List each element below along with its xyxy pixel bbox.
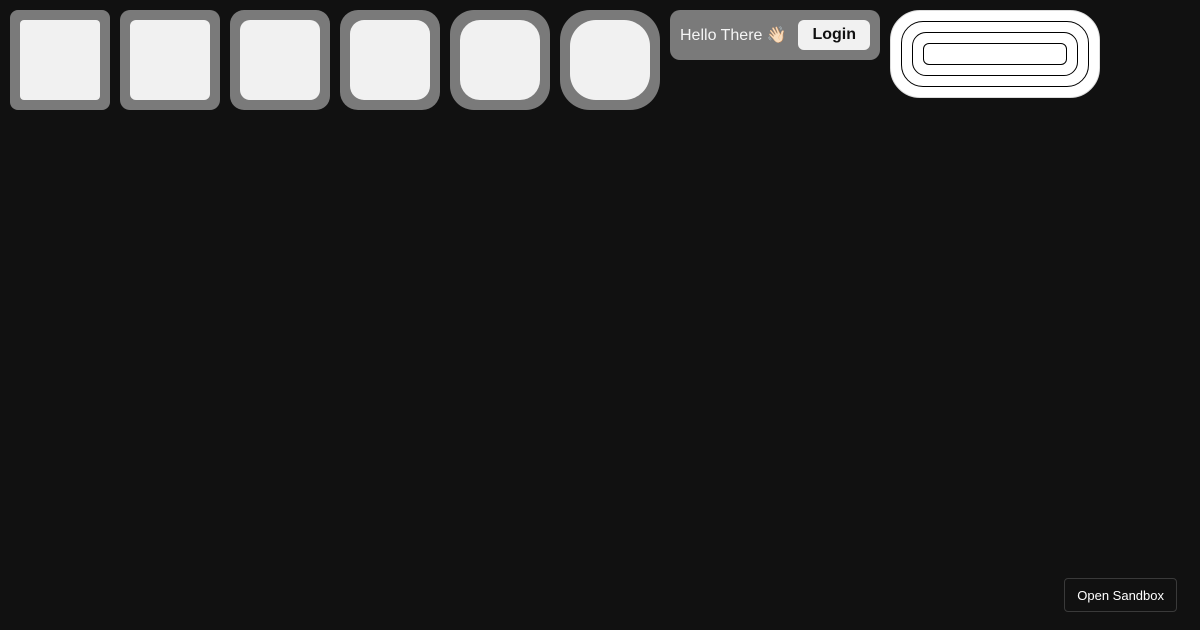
tile-2-inner xyxy=(130,20,210,100)
login-button[interactable]: Login xyxy=(798,20,870,50)
open-sandbox-button[interactable]: Open Sandbox xyxy=(1064,578,1177,612)
tile-6-inner xyxy=(570,20,650,100)
tile-3-inner xyxy=(240,20,320,100)
ring-text-input[interactable] xyxy=(923,43,1067,65)
greeting-bar: Hello There 👋🏻 Login xyxy=(670,10,880,60)
tile-6 xyxy=(560,10,660,110)
nested-rings-panel xyxy=(890,10,1100,98)
tile-3 xyxy=(230,10,330,110)
inner-ring xyxy=(912,32,1078,76)
greeting-text: Hello There 👋🏻 xyxy=(680,27,787,44)
tile-1-inner xyxy=(20,20,100,100)
tile-5-inner xyxy=(460,20,540,100)
tile-row xyxy=(10,10,660,110)
outer-ring xyxy=(901,21,1089,87)
tile-2 xyxy=(120,10,220,110)
tile-4-inner xyxy=(350,20,430,100)
tile-5 xyxy=(450,10,550,110)
tile-1 xyxy=(10,10,110,110)
stage: Hello There 👋🏻 Login Open Sandbox xyxy=(0,0,1200,630)
tile-4 xyxy=(340,10,440,110)
